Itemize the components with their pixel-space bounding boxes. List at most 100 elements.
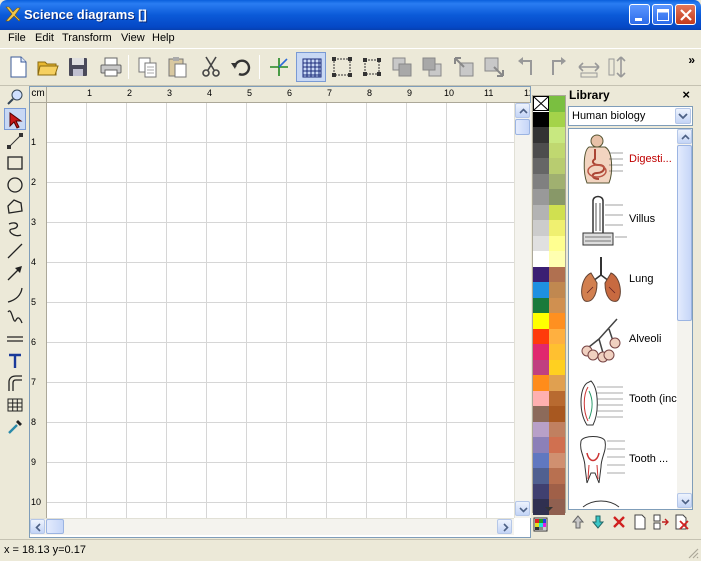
color-swatch[interactable]	[549, 437, 565, 453]
color-swatch[interactable]	[549, 173, 565, 189]
library-vertical-scrollbar[interactable]	[677, 129, 692, 509]
library-close-button[interactable]: ×	[682, 87, 690, 102]
dropdown-button[interactable]	[675, 108, 691, 124]
color-swatch[interactable]	[533, 173, 549, 189]
send-backward-button[interactable]	[417, 52, 447, 82]
scroll-left-button[interactable]	[30, 519, 45, 534]
save-button[interactable]	[63, 52, 93, 82]
move-up-button[interactable]	[570, 514, 586, 530]
library-item[interactable]: Tooth ...	[569, 431, 677, 491]
scroll-up-button[interactable]	[515, 103, 530, 118]
callout-tool[interactable]	[4, 372, 26, 394]
color-swatch[interactable]	[533, 437, 549, 453]
group-button[interactable]	[327, 52, 357, 82]
vertical-scroll-thumb[interactable]	[515, 119, 530, 135]
color-swatch[interactable]	[533, 220, 549, 236]
color-swatch[interactable]	[533, 142, 549, 158]
bring-forward-button[interactable]	[387, 52, 417, 82]
color-swatch[interactable]	[549, 266, 565, 282]
color-swatch[interactable]	[549, 359, 565, 375]
resize-grip-icon[interactable]	[687, 547, 699, 559]
freeform-tool[interactable]	[4, 218, 26, 240]
line-tool[interactable]	[4, 240, 26, 262]
color-swatch[interactable]	[549, 111, 565, 127]
color-swatch[interactable]	[549, 390, 565, 406]
wave-tool[interactable]	[4, 306, 26, 328]
color-swatch[interactable]	[549, 96, 565, 112]
eyedropper-tool[interactable]	[4, 416, 26, 438]
horizontal-scroll-thumb[interactable]	[46, 519, 64, 534]
ungroup-button[interactable]	[357, 52, 387, 82]
color-swatch[interactable]	[549, 251, 565, 267]
color-swatch[interactable]	[549, 344, 565, 360]
open-button[interactable]	[33, 52, 63, 82]
color-swatch[interactable]	[533, 421, 549, 437]
library-category-select[interactable]: Human biology	[568, 106, 693, 126]
color-swatch[interactable]	[533, 189, 549, 205]
library-item[interactable]: Villus	[569, 191, 677, 251]
color-swatch[interactable]	[549, 313, 565, 329]
color-swatch[interactable]	[549, 328, 565, 344]
color-swatch[interactable]	[533, 359, 549, 375]
rotate-right-button[interactable]	[542, 52, 572, 82]
color-swatch[interactable]	[549, 297, 565, 313]
canvas-vertical-scrollbar[interactable]	[514, 103, 531, 518]
color-swatch[interactable]	[549, 406, 565, 422]
color-swatch[interactable]	[533, 390, 549, 406]
no-color-swatch[interactable]	[533, 96, 549, 112]
flip-horizontal-button[interactable]	[574, 52, 604, 82]
delete-button[interactable]	[611, 514, 627, 530]
move-down-button[interactable]	[590, 514, 606, 530]
select-tool[interactable]	[4, 108, 26, 130]
library-item[interactable]: Lung	[569, 251, 677, 311]
color-swatch[interactable]	[533, 328, 549, 344]
color-swatch[interactable]	[549, 189, 565, 205]
cut-button[interactable]	[196, 52, 226, 82]
scroll-right-button[interactable]	[497, 519, 512, 534]
color-swatch[interactable]	[549, 282, 565, 298]
arc-tool[interactable]	[4, 284, 26, 306]
rotate-left-button[interactable]	[512, 52, 542, 82]
menu-transform[interactable]: Transform	[62, 32, 112, 44]
maximize-button[interactable]	[652, 4, 673, 25]
polygon-tool[interactable]	[4, 196, 26, 218]
close-button[interactable]	[675, 4, 696, 25]
print-button[interactable]	[96, 52, 126, 82]
bring-to-front-button[interactable]	[449, 52, 479, 82]
minimize-button[interactable]	[629, 4, 650, 25]
import-button[interactable]	[653, 514, 669, 530]
menu-view[interactable]: View	[121, 32, 145, 44]
drawing-canvas[interactable]	[47, 103, 516, 518]
color-swatch[interactable]	[549, 220, 565, 236]
new-item-button[interactable]	[632, 514, 648, 530]
library-scroll-down-button[interactable]	[677, 493, 692, 508]
ellipse-tool[interactable]	[4, 174, 26, 196]
color-swatch[interactable]	[549, 142, 565, 158]
color-swatch[interactable]	[533, 483, 549, 499]
color-picker-button[interactable]	[533, 517, 548, 532]
menu-file[interactable]: File	[8, 32, 26, 44]
color-swatch[interactable]	[533, 158, 549, 174]
color-swatch[interactable]	[533, 468, 549, 484]
color-swatch[interactable]	[533, 313, 549, 329]
paste-button[interactable]	[163, 52, 193, 82]
library-item[interactable]: Alveoli	[569, 311, 677, 371]
library-scroll-up-button[interactable]	[677, 129, 692, 144]
grid-button[interactable]	[296, 52, 326, 82]
connector-tool[interactable]	[4, 130, 26, 152]
library-item[interactable]: Digesti...	[569, 131, 677, 191]
color-swatch[interactable]	[533, 204, 549, 220]
color-swatch[interactable]	[533, 235, 549, 251]
color-swatch[interactable]	[533, 127, 549, 143]
canvas-horizontal-scrollbar[interactable]	[30, 518, 514, 535]
table-tool[interactable]	[4, 394, 26, 416]
menu-help[interactable]: Help	[152, 32, 175, 44]
color-swatch[interactable]	[533, 452, 549, 468]
export-button[interactable]	[674, 514, 690, 530]
library-item-partial[interactable]	[569, 491, 677, 509]
scroll-down-button[interactable]	[515, 501, 530, 516]
zoom-tool[interactable]	[4, 86, 26, 108]
send-to-back-button[interactable]	[479, 52, 509, 82]
color-swatch[interactable]	[549, 421, 565, 437]
color-swatch[interactable]	[533, 266, 549, 282]
